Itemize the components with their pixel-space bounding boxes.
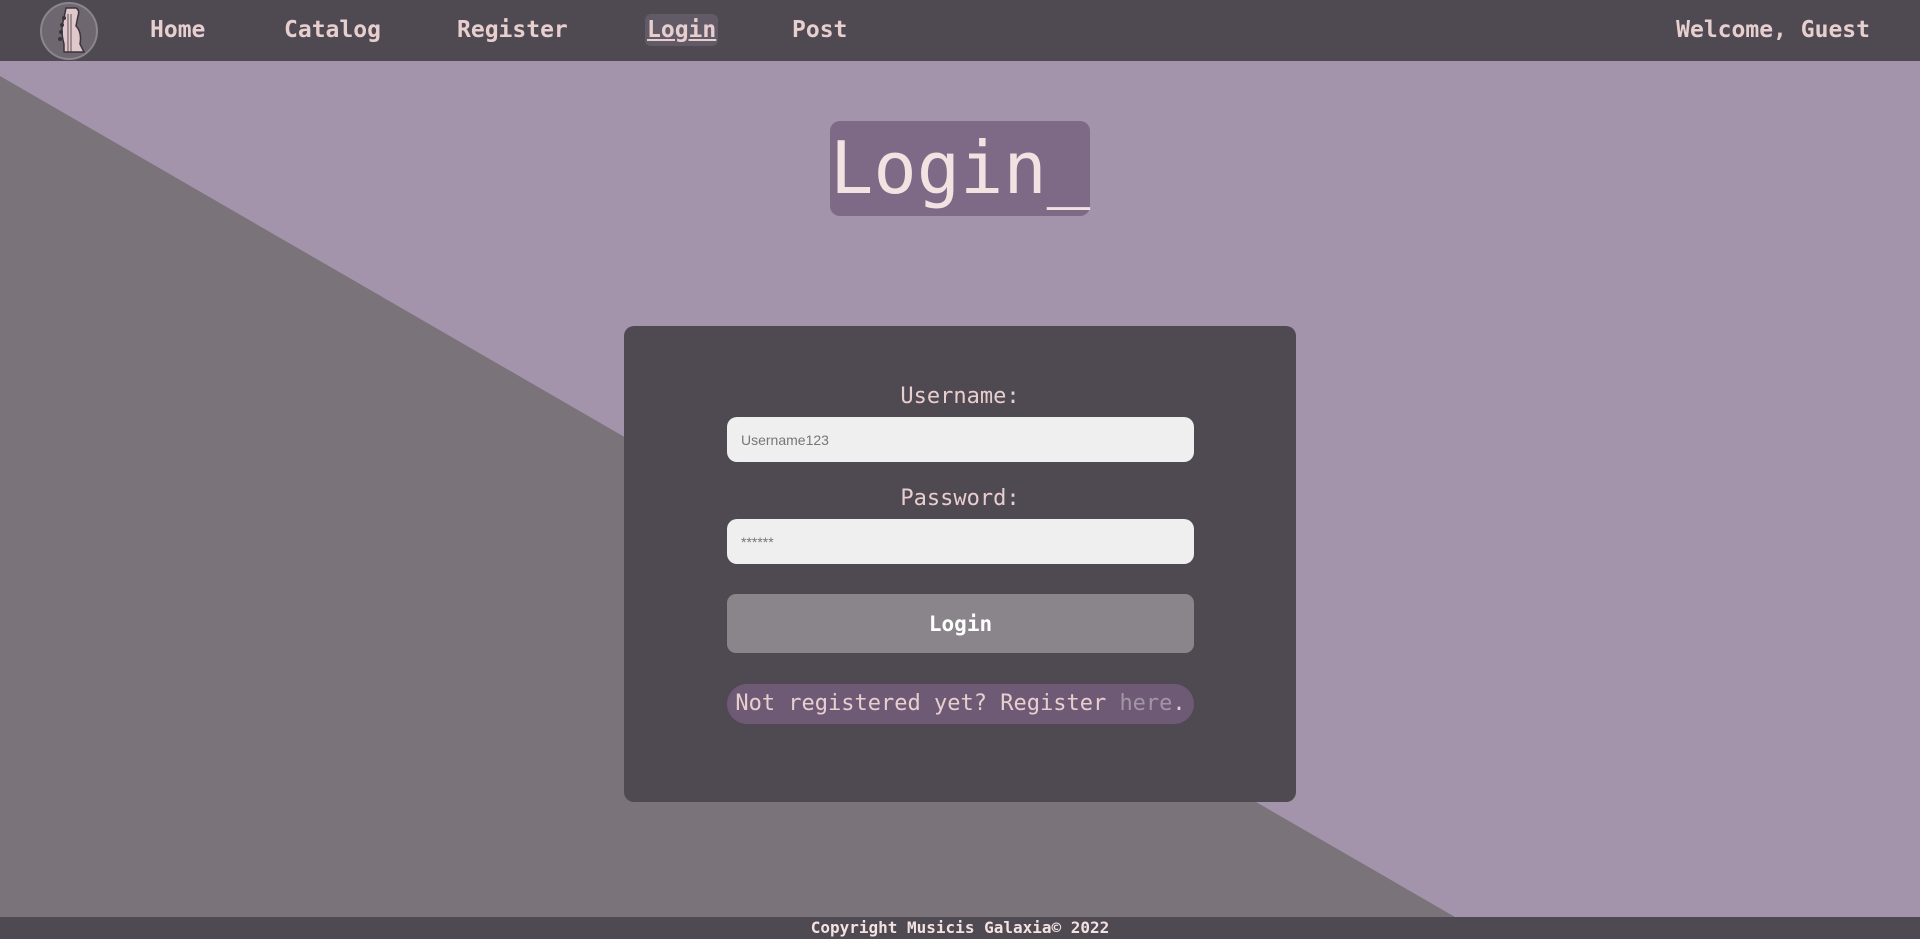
welcome-message: Welcome, Guest [1676,17,1870,43]
nav-catalog-link[interactable]: Catalog [284,14,381,46]
register-prompt: Not registered yet? Register here. [727,684,1194,724]
password-label: Password: [900,486,1020,511]
navbar: Home Catalog Register Login Post Welcome… [0,0,1920,61]
password-input[interactable] [727,519,1194,564]
nav-home-link[interactable]: Home [150,14,205,46]
nav-register-link[interactable]: Register [457,14,568,46]
username-label: Username: [900,384,1020,409]
register-here-link[interactable]: here [1119,691,1172,716]
guitar-headstock-icon[interactable] [40,2,98,60]
page-title: Login_ [830,121,1090,216]
nav-login-link[interactable]: Login [645,14,719,46]
register-prompt-text: Not registered yet? Register [735,691,1120,716]
nav-post-link[interactable]: Post [792,14,847,46]
username-input[interactable] [727,417,1194,462]
copyright-text: Copyright Musicis Galaxia© 2022 [810,918,1110,937]
login-button[interactable]: Login [727,594,1194,653]
footer: Copyright Musicis Galaxia© 2022 [0,917,1920,939]
login-form-card: Username: Password: Login Not registered… [624,326,1296,802]
register-prompt-suffix: . [1172,691,1186,716]
